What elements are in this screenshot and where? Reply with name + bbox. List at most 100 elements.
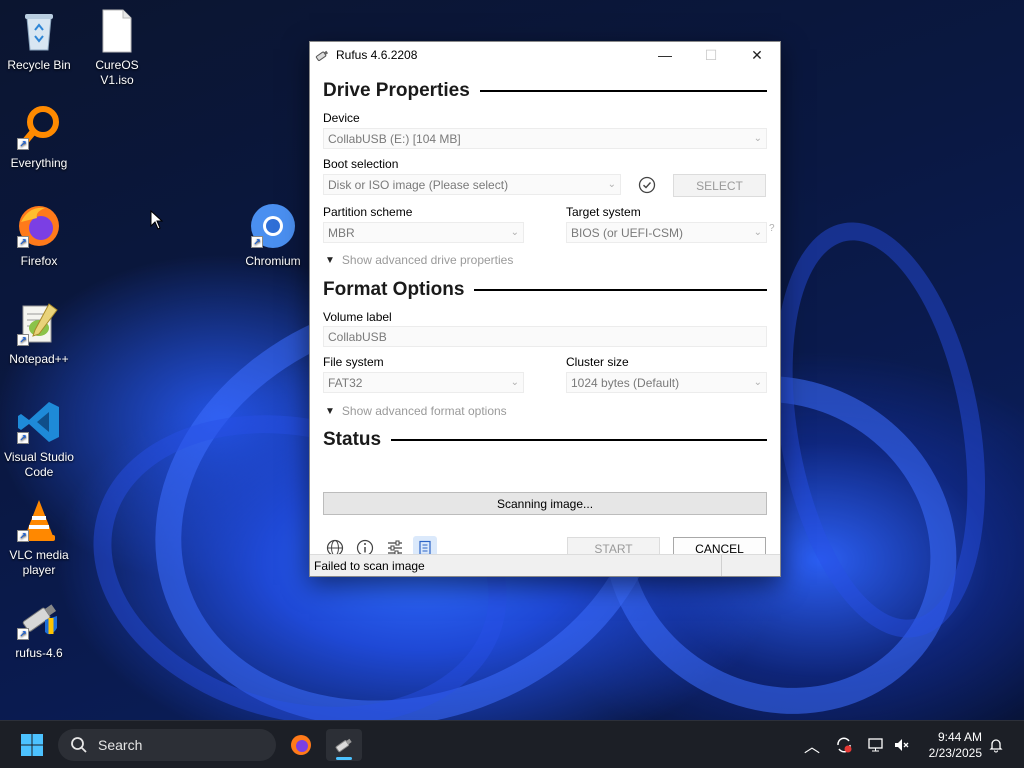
minimize-icon: — [658,47,672,63]
usb-drive-icon [335,738,352,753]
device-label: Device [323,111,360,125]
status-bar: Failed to scan image [310,554,780,576]
partition-scheme-value: MBR [328,225,355,240]
select-button[interactable]: SELECT [673,174,766,197]
desktop-icon-firefox[interactable]: ↗ Firefox [0,202,78,269]
desktop-icon-recycle-bin[interactable]: Recycle Bin [0,6,78,73]
search-icon [71,737,87,753]
boot-selection-dropdown[interactable]: Disk or ISO image (Please select) ⌄ [323,174,621,195]
volume-label-input[interactable]: CollabUSB [323,326,767,347]
chevron-down-icon: ⌄ [753,133,762,144]
desktop-icon-everything[interactable]: ↗ Everything [0,104,78,171]
window-title: Rufus 4.6.2208 [336,48,418,62]
show-hidden-icons-button[interactable]: ︿ [796,729,828,761]
boot-selection-value: Disk or ISO image (Please select) [328,177,509,192]
desktop-icon-rufus[interactable]: ↗ rufus-4.6 [0,594,78,661]
toggle-label: Show advanced drive properties [341,253,514,267]
desktop-icon-vlc[interactable]: ↗ VLC media player [0,496,78,578]
firefox-icon: ↗ [15,202,63,250]
desktop-icon-label: Visual Studio Code [4,450,74,479]
title-bar[interactable]: Rufus 4.6.2208 — ☐ ✕ [310,42,780,68]
file-icon [93,6,141,54]
cluster-size-label: Cluster size [566,355,629,369]
volume-label-value: CollabUSB [328,329,387,344]
desktop-icon-label: VLC media player [9,548,69,577]
maximize-icon: ☐ [704,46,718,63]
taskbar-clock[interactable]: 9:44 AM 2/23/2025 [929,729,982,761]
desktop-icon-chromium[interactable]: ↗ Chromium [234,202,312,269]
volume-label-label: Volume label [323,310,392,324]
firefox-icon [291,735,311,755]
volume-muted-icon [895,739,909,751]
usb-drive-icon [315,50,329,62]
chevron-down-icon: ⌄ [753,227,762,238]
check-hash-icon[interactable] [638,176,656,194]
maximize-button[interactable]: ☐ [688,42,734,68]
chevron-down-icon: ⌄ [753,377,762,388]
active-indicator [336,757,352,760]
shortcut-arrow-icon: ↗ [17,236,29,248]
desktop-icon-vscode[interactable]: ↗ Visual Studio Code [0,398,78,480]
drive-properties-header: Drive Properties [323,80,767,102]
volume-button[interactable] [886,729,918,761]
rufus-window: Rufus 4.6.2208 — ☐ ✕ Drive Properties De… [309,41,781,577]
section-divider [474,289,767,291]
desktop-icon-label: Recycle Bin [7,58,71,72]
taskbar-firefox[interactable] [283,729,319,761]
shortcut-arrow-icon: ↗ [17,628,29,640]
desktop-icon-label: Notepad++ [9,352,69,366]
mouse-cursor-icon [150,210,164,230]
cluster-size-dropdown[interactable]: 1024 bytes (Default) ⌄ [566,372,767,393]
section-title: Status [323,429,382,450]
clock-date: 2/23/2025 [928,746,982,760]
shortcut-arrow-icon: ↗ [17,138,29,150]
notifications-button[interactable] [982,729,1010,761]
section-title: Drive Properties [323,80,470,101]
clock-time: 9:44 AM [937,730,982,744]
progress-text: Scanning image... [496,496,594,511]
format-options-header: Format Options [323,279,767,301]
close-button[interactable]: ✕ [734,42,780,68]
taskbar: Search ︿ 9:44 AM 2/23/2025 [0,720,1024,768]
status-message: Failed to scan image [310,555,722,576]
chevron-down-icon: ▼ [325,405,335,417]
status-header: Status [323,429,767,451]
minimize-button[interactable]: — [642,42,688,68]
desktop-icon-iso-file[interactable]: CureOS V1.iso [78,6,156,88]
desktop-icon-label: Chromium [245,254,301,268]
partition-scheme-dropdown[interactable]: MBR ⌄ [323,222,524,243]
desktop-icon-label: Everything [10,156,68,170]
cluster-size-value: 1024 bytes (Default) [571,375,680,390]
device-value: CollabUSB (E:) [104 MB] [328,131,461,146]
sync-status-button[interactable] [828,729,860,761]
desktop-icon-label: rufus-4.6 [15,646,63,660]
network-icon [868,738,883,752]
desktop-icon-notepad-plus-plus[interactable]: ↗ Notepad++ [0,300,78,367]
start-button[interactable] [14,729,50,761]
toggle-label: Show advanced format options [341,404,507,418]
section-title: Format Options [323,279,465,300]
taskbar-rufus[interactable] [326,729,362,761]
help-icon[interactable]: ? [769,223,775,234]
notepad-plus-plus-icon: ↗ [15,300,63,348]
shortcut-arrow-icon: ↗ [17,530,29,542]
desktop-icon-label: CureOS V1.iso [95,58,139,87]
device-dropdown[interactable]: CollabUSB (E:) [104 MB] ⌄ [323,128,767,149]
taskbar-search[interactable]: Search [58,729,276,761]
progress-bar: Scanning image... [323,492,767,515]
advanced-drive-properties-toggle[interactable]: ▼ Show advanced drive properties [325,253,513,267]
file-system-dropdown[interactable]: FAT32 ⌄ [323,372,524,393]
file-system-value: FAT32 [328,375,363,390]
close-icon: ✕ [751,46,763,63]
target-system-dropdown[interactable]: BIOS (or UEFI-CSM) ⌄ [566,222,767,243]
desktop-icon-label: Firefox [20,254,58,268]
everything-icon: ↗ [15,104,63,152]
chevron-down-icon: ⌄ [510,377,519,388]
vscode-icon: ↗ [15,398,63,446]
chevron-up-icon: ︿ [803,739,820,756]
advanced-format-options-toggle[interactable]: ▼ Show advanced format options [325,404,507,418]
chevron-down-icon: ▼ [325,254,335,266]
shortcut-arrow-icon: ↗ [251,236,263,248]
windows-logo-icon [21,734,43,756]
target-system-value: BIOS (or UEFI-CSM) [571,225,684,240]
